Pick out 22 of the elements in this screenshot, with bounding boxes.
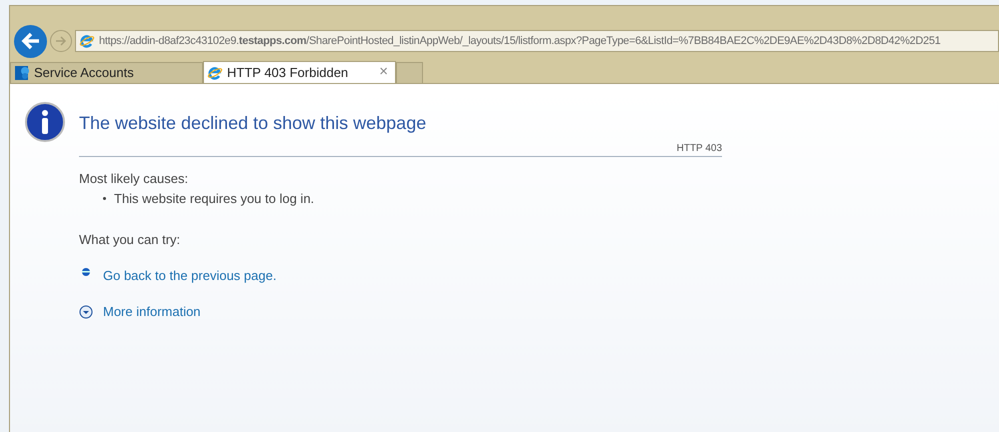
try-heading: What you can try:: [79, 231, 182, 249]
close-tab-icon[interactable]: ×: [375, 61, 392, 84]
page-title: The website declined to show this webpage: [79, 112, 428, 135]
forward-button[interactable]: [50, 30, 72, 52]
browser-logo-icon: [79, 33, 95, 49]
action-link[interactable]: More information: [103, 302, 201, 322]
back-arrow-icon: [20, 32, 40, 50]
browser-tab[interactable]: HTTP 403 Forbidden ×: [203, 61, 396, 83]
forward-arrow-icon: [55, 36, 67, 46]
cause-text: This website requires you to log in.: [114, 190, 314, 208]
new-tab-button[interactable]: [396, 62, 423, 83]
action-link[interactable]: Go back to the previous page.: [103, 266, 276, 285]
browser-logo-icon: [207, 64, 223, 80]
causes-heading: Most likely causes:: [79, 170, 190, 188]
error-code: HTTP 403: [676, 142, 722, 156]
expand-chevron-icon: [79, 304, 93, 319]
url-text: https://addin-d8af23c43102e9.testapps.com/SharePointHosted_listinAppWeb/_layouts/15/listform.aspx?PageType=6&ListId=%7BB84BAE2C%2DE9AE%2D43D8%2D8D42%2D251: [99, 34, 940, 49]
back-button[interactable]: [14, 24, 47, 58]
browser-tab[interactable]: Service Accounts: [10, 62, 203, 83]
bullet-icon: [103, 196, 106, 200]
info-icon: [25, 102, 65, 142]
address-bar[interactable]: https://addin-d8af23c43102e9.testapps.com/SharePointHosted_listinAppWeb/_layouts/15/listform.aspx?PageType=6&ListId=%7BB84BAE2C%2DE9AE%2D43D8%2D8D42%2D251: [75, 30, 999, 52]
